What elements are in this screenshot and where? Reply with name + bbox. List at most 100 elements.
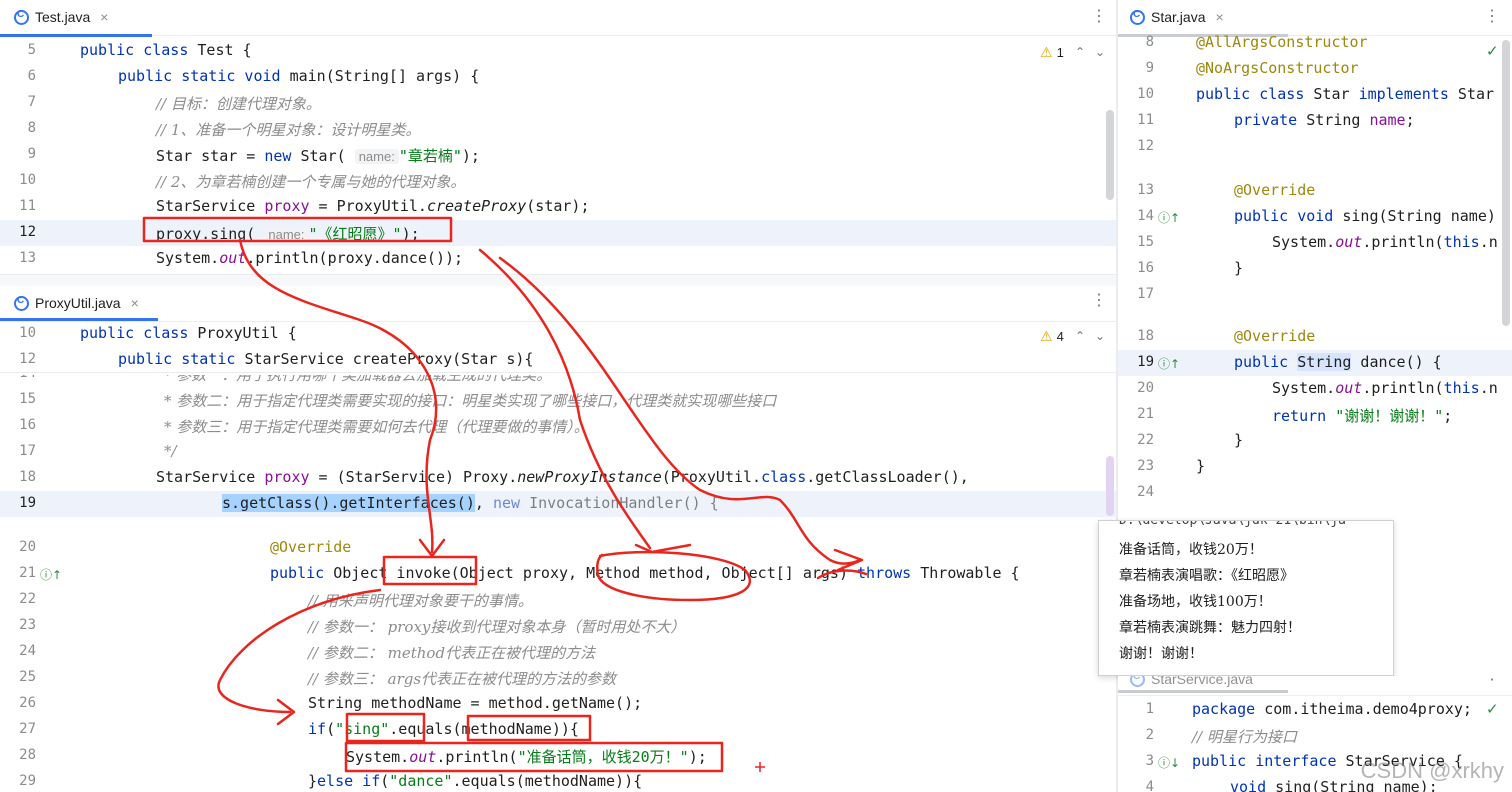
code-text: ; [1405,111,1415,129]
close-icon[interactable]: × [131,295,139,311]
line-number: 28 [19,747,36,763]
scrollbar[interactable] [1106,110,1114,200]
code-line[interactable]: 15 * 参数二：用于指定代理类需要实现的接口：明星类实现了哪些接口，代理类就实… [0,387,1116,413]
code-line[interactable]: 22 // 用来声明代理对象要干的事情。 [0,587,1116,613]
code-line[interactable]: 17 [1118,282,1512,308]
code-line[interactable]: 6 public static void main(String[] args)… [0,64,1116,90]
code-line[interactable]: 9 Star star = new Star( name: "章若楠"); [0,142,1116,168]
code-line[interactable]: 18 @Override [1118,324,1512,350]
code-line[interactable]: 8 // 1、准备一个明星对象：设计明星类。 [0,116,1116,142]
code-line[interactable]: 13 @Override [1118,178,1512,204]
comment: * 参数二：用于指定代理类需要实现的接口：明星类实现了哪些接口，代理类就实现哪些… [164,392,777,410]
code-text: .n [1479,233,1498,251]
code-text: .getClassLoader(), [806,468,969,486]
tab-star-java[interactable]: Star.java × [1130,6,1224,28]
code-line[interactable]: 24 // 参数二： method代表正在被代理的方法 [0,639,1116,665]
field: out [409,748,437,766]
code-line[interactable]: 2 // 明星行为接口 [1118,723,1512,749]
code-line-current[interactable]: 12 proxy.sing( name: "《红昭愿》"); [0,220,1116,246]
code-line[interactable]: 16} [1118,256,1512,282]
code-line[interactable]: 12 public static StarService createProxy… [0,347,1116,373]
keyword: public static void [118,67,290,85]
field: out [219,249,247,267]
code-text: (star); [526,197,590,215]
code-line[interactable]: 27 if("sing".equals(methodName)){ [0,717,1116,743]
line-number: 13 [19,250,36,266]
code-line[interactable]: 23 // 参数一： proxy接收到代理对象本身（暂时用处不大） [0,613,1116,639]
scrollbar[interactable] [1106,456,1114,516]
code-line[interactable]: 7 // 目标：创建代理对象。 [0,90,1116,116]
more-options-icon[interactable]: ⋮ [1484,6,1500,26]
more-options-icon[interactable]: ⋮ [1091,290,1107,310]
close-icon[interactable]: × [1215,9,1223,25]
code-line[interactable]: 10 public class Star implements Star [1118,82,1512,108]
code-line[interactable]: 10 public class ProxyUtil { [0,321,1116,347]
code-line[interactable]: 10 // 2、为章若楠创建一个专属与她的代理对象。 [0,168,1116,194]
keyword: throws [857,564,921,582]
line-number: 17 [1137,286,1154,302]
more-options-icon[interactable]: ⋮ [1091,6,1107,26]
watermark: CSDN @xrkhy [1360,758,1504,783]
comment: // 2、为章若楠创建一个专属与她的代理对象。 [156,173,466,191]
code-line[interactable]: 20 @Override [0,535,1116,561]
tab-test-java[interactable]: Test.java × [14,6,108,28]
run-console-popup: D:\develop\Java\jdk-21\bin\ja 准备话筒，收钱20万… [1098,520,1394,676]
code-line[interactable]: 21 ⓘ↑ public Object invoke(Object proxy,… [0,561,1116,587]
code-text: , [474,494,493,512]
code-line[interactable]: 1 package com.itheima.demo4proxy; [1118,697,1512,723]
java-class-icon [1130,9,1145,25]
line-number: 22 [19,591,36,607]
implements-method-icon[interactable]: ⓘ↑ [1158,209,1180,226]
annotation: @Override [1234,327,1316,345]
implements-method-icon[interactable]: ⓘ↑ [1158,355,1180,372]
scrollbar[interactable] [1502,40,1510,326]
code-line-current[interactable]: 19 s.getClass().getInterfaces(), new Inv… [0,491,1116,517]
keyword: this [1443,233,1480,251]
implemented-icon[interactable]: ⓘ↓ [1158,754,1180,771]
code-text: Star star = [156,147,265,165]
code-line[interactable]: 12 [1118,134,1512,160]
more-options-icon[interactable]: ⋮ [1484,676,1500,684]
code-line[interactable]: 17 */ [0,439,1116,465]
code-line[interactable]: 28 System.out.println("准备话筒，收钱20万！"); [0,743,1116,769]
line-number: 12 [19,351,36,367]
code-line[interactable]: 24 [1118,480,1512,506]
code-text: InvocationHandler() { [529,494,719,512]
keyword: this [1443,379,1480,397]
code-line[interactable]: 18 StarService proxy = (StarService) Pro… [0,465,1116,491]
code-line[interactable]: 15 System.out.println(this.n [1118,230,1512,256]
code-line[interactable]: 14 ⓘ↑ public void sing(String name) [1118,204,1512,230]
starservice-tabbar: StarService.java ⋮ [1118,676,1512,696]
line-number: 27 [19,721,36,737]
method-call: createProxy [426,197,527,215]
code-line[interactable]: 9 @NoArgsConstructor [1118,56,1512,82]
code-line[interactable]: 20 System.out.println(this.n [1118,376,1512,402]
code-line[interactable]: 11 StarService proxy = ProxyUtil.createP… [0,194,1116,220]
code-text: Star [1457,85,1495,103]
annotation: @AllArgsConstructor [1196,33,1368,51]
code-line[interactable]: 11 private String name; [1118,108,1512,134]
code-line[interactable]: 29 }else if("dance".equals(methodName)){ [0,769,1116,792]
code-line[interactable]: 14 * 参数一：用于执行用哪个类加载器去加载生成的代理类。 [0,375,1116,387]
tab-proxyutil-java[interactable]: ProxyUtil.java × [14,292,139,314]
tab-starservice-java[interactable]: StarService.java [1130,676,1253,690]
code-line[interactable]: 22} [1118,428,1512,454]
code-line[interactable]: 25 // 参数三： args代表正在被代理的方法的参数 [0,665,1116,691]
code-line[interactable]: 5 public class Test { [0,38,1116,64]
code-line[interactable]: 21 return "谢谢！谢谢！"; [1118,402,1512,428]
line-number: 20 [19,539,36,555]
code-line[interactable]: 8 @AllArgsConstructor [1118,30,1512,56]
code-line[interactable]: 26 String methodName = method.getName(); [0,691,1116,717]
keyword: public void [1234,207,1343,225]
selected-text[interactable]: s.getClass().getInterfaces() [222,494,475,512]
proxyutil-editor-pane: ProxyUtil.java × ⋮ ⚠ 4 ⌃⌄ 10 public clas… [0,286,1116,792]
code-line[interactable]: 16 * 参数三：用于指定代理类需要如何去代理（代理要做的事情）。 [0,413,1116,439]
line-number: 9 [27,146,36,162]
line-number: 14 [1137,208,1154,224]
implements-method-icon[interactable]: ⓘ↑ [40,566,62,583]
code-line-current[interactable]: 19 ⓘ↑ public String dance() { [1118,350,1512,376]
code-line[interactable]: 23} [1118,454,1512,480]
code-line[interactable]: 13 System.out.println(proxy.dance()); [0,246,1116,272]
close-icon[interactable]: × [100,9,108,25]
line-number: 1 [1145,701,1154,717]
